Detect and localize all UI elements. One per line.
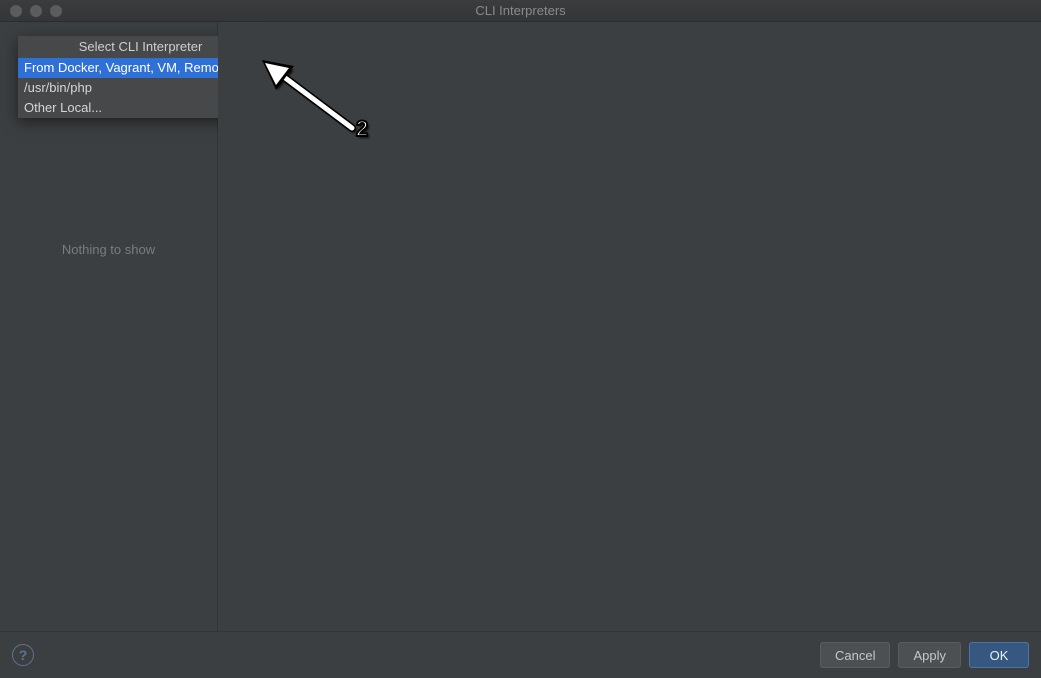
- traffic-lights: [0, 5, 62, 17]
- dialog-footer: ? Cancel Apply OK: [0, 631, 1041, 678]
- empty-list-label: Nothing to show: [0, 242, 217, 257]
- minimize-window-icon[interactable]: [30, 5, 42, 17]
- close-window-icon[interactable]: [10, 5, 22, 17]
- apply-button[interactable]: Apply: [898, 642, 961, 668]
- zoom-window-icon[interactable]: [50, 5, 62, 17]
- detail-panel: [218, 22, 1041, 631]
- titlebar: CLI Interpreters: [0, 0, 1041, 22]
- cancel-button[interactable]: Cancel: [820, 642, 890, 668]
- window-title: CLI Interpreters: [0, 3, 1041, 18]
- help-icon[interactable]: ?: [12, 644, 34, 666]
- list-toolbar: [0, 22, 217, 36]
- ok-button[interactable]: OK: [969, 642, 1029, 668]
- body: Nothing to show Select CLI Interpreter F…: [0, 22, 1041, 678]
